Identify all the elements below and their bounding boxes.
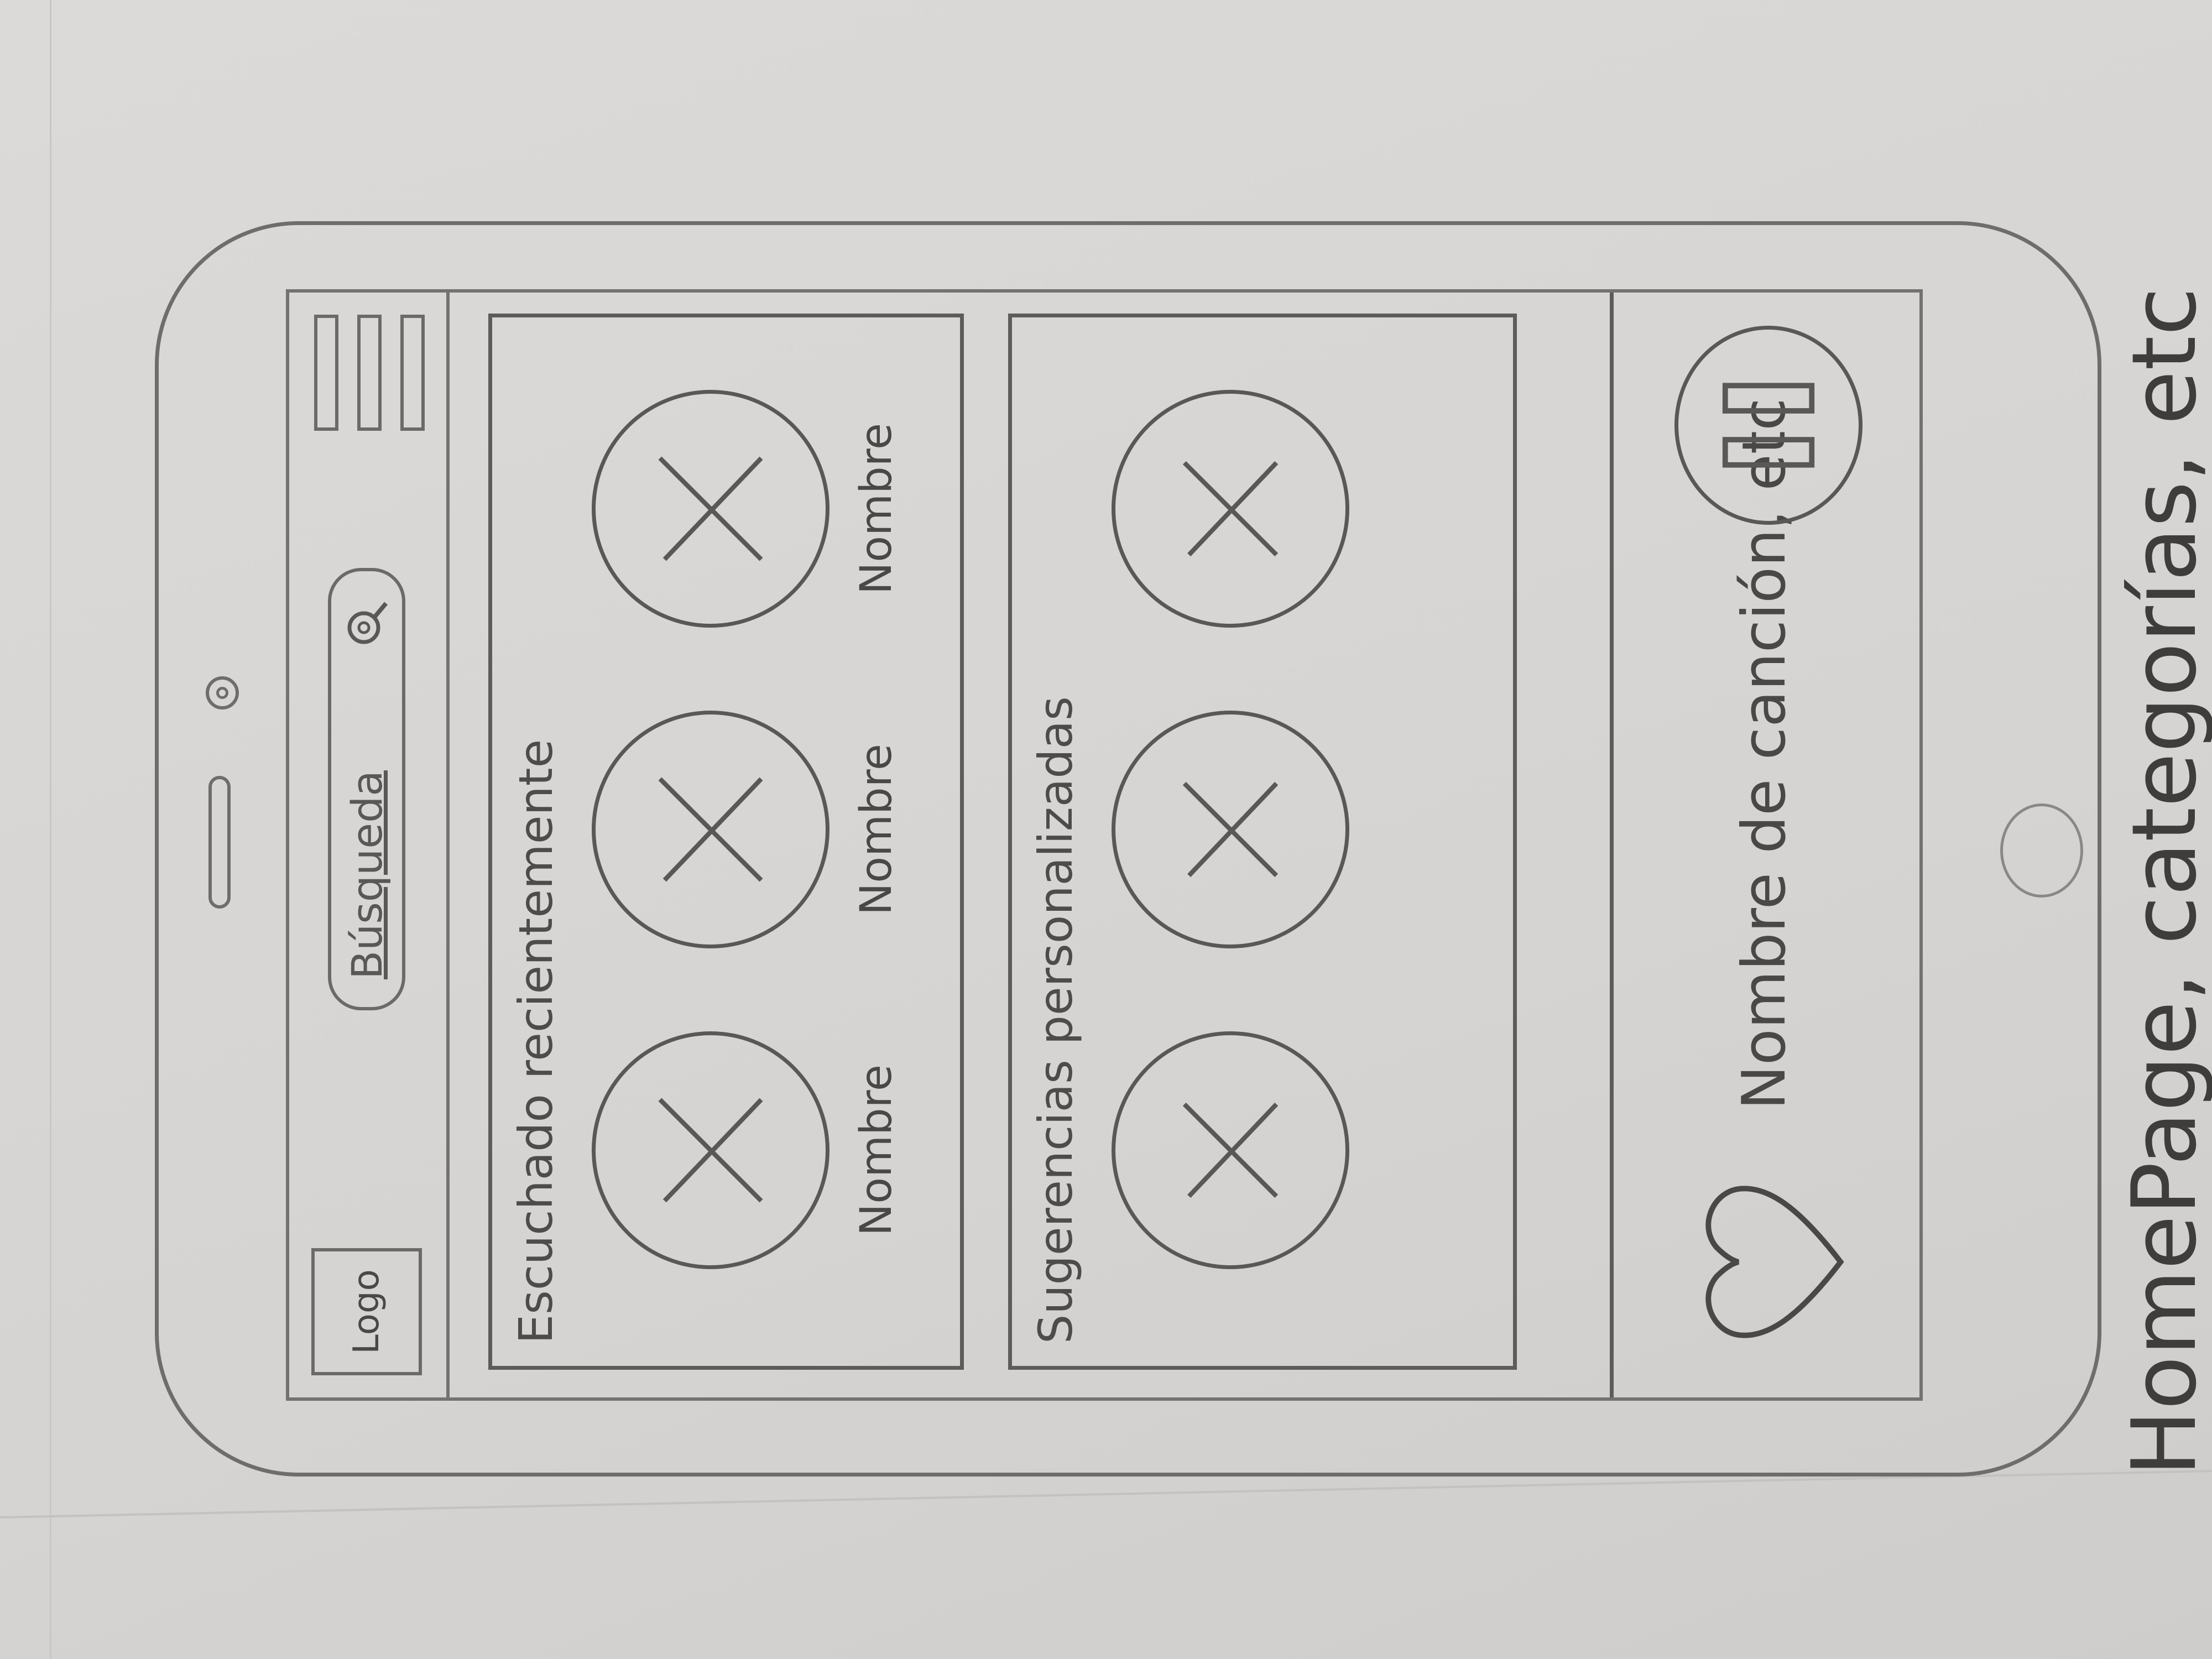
suggestion-items xyxy=(1112,387,1465,1272)
suggestion-item[interactable] xyxy=(1112,387,1465,630)
section-title-suggestions: Sugerencias personalizadas xyxy=(1029,696,1083,1344)
phone-screen: Logo Búsqueda Escuchado recientemente No… xyxy=(286,289,1923,1401)
image-placeholder-icon xyxy=(592,390,830,628)
menu-bar xyxy=(357,315,382,431)
logo-label: Logo xyxy=(346,1269,387,1354)
hamburger-menu-icon[interactable] xyxy=(314,315,425,431)
app-header: Logo Búsqueda xyxy=(289,293,450,1397)
phone-camera xyxy=(206,676,239,709)
recent-item[interactable]: Nombre xyxy=(592,387,946,630)
suggestions-section: Sugerencias personalizadas xyxy=(1008,314,1517,1370)
logo[interactable]: Logo xyxy=(311,1248,422,1375)
search-placeholder: Búsqueda xyxy=(342,770,392,979)
sketch-sheet: Logo Búsqueda Escuchado recientemente No… xyxy=(28,28,2212,1631)
menu-bar xyxy=(314,315,338,431)
suggestion-item[interactable] xyxy=(1112,1029,1465,1272)
item-name: Nombre xyxy=(852,1065,901,1236)
image-placeholder-icon xyxy=(1112,711,1349,948)
phone-speaker xyxy=(208,776,231,909)
phone-home-button xyxy=(2000,804,2083,898)
suggestion-item[interactable] xyxy=(1112,708,1465,951)
recent-item[interactable]: Nombre xyxy=(592,1029,946,1272)
heart-icon[interactable] xyxy=(1680,1171,1863,1353)
player-bar: Nombre de canción, etc xyxy=(1610,293,1919,1397)
image-placeholder-icon xyxy=(592,711,830,948)
image-placeholder-icon xyxy=(592,1031,830,1269)
image-placeholder-icon xyxy=(1112,1031,1349,1269)
section-title-recent: Escuchado recientemente xyxy=(509,739,563,1344)
phone-frame: Logo Búsqueda Escuchado recientemente No… xyxy=(155,221,2101,1477)
image-placeholder-icon xyxy=(1112,390,1349,628)
search-input[interactable]: Búsqueda xyxy=(328,568,405,1010)
sketch-caption: HomePage, categorías, etc xyxy=(2112,287,2212,1477)
recent-item[interactable]: Nombre xyxy=(592,708,946,951)
item-name: Nombre xyxy=(852,423,901,594)
recent-items: Nombre Nombre Nombre xyxy=(592,387,946,1272)
pause-icon[interactable] xyxy=(1674,326,1863,525)
menu-bar xyxy=(400,315,425,431)
search-icon[interactable] xyxy=(342,599,392,649)
item-name: Nombre xyxy=(852,744,901,915)
recently-played-section: Escuchado recientemente Nombre Nombre No… xyxy=(488,314,964,1370)
